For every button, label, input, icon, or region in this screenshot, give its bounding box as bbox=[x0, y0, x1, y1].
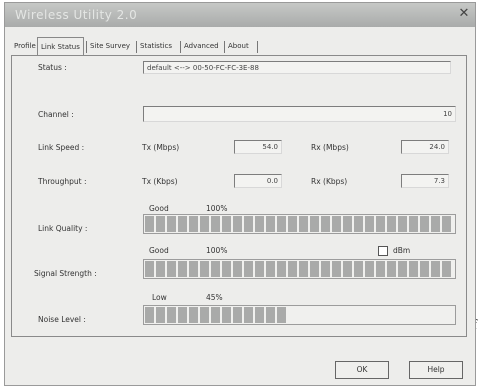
throughput-label: Throughput : bbox=[38, 177, 87, 186]
status-field: default <--> 00-50-FC-FC-3E-88 bbox=[143, 61, 451, 74]
link-quality-meter bbox=[143, 214, 456, 234]
tab-site-survey[interactable]: Site Survey bbox=[87, 39, 133, 54]
title-bar[interactable]: Wireless Utility 2.0 ✕ bbox=[5, 3, 475, 27]
rx-kbps-label: Rx (Kbps) bbox=[311, 177, 348, 186]
close-icon[interactable]: ✕ bbox=[457, 6, 471, 22]
noise-level-percent: 45% bbox=[206, 293, 223, 302]
signal-strength-word: Good bbox=[149, 246, 169, 255]
tab-separator bbox=[257, 41, 258, 53]
tab-statistics[interactable]: Statistics bbox=[137, 39, 175, 54]
tx-kbps-field: 0.0 bbox=[234, 174, 282, 188]
signal-strength-meter bbox=[143, 259, 456, 279]
ok-button[interactable]: OK bbox=[335, 361, 389, 379]
noise-level-meter bbox=[143, 305, 456, 325]
channel-label: Channel : bbox=[38, 110, 74, 119]
tx-kbps-label: Tx (Kbps) bbox=[142, 177, 178, 186]
window-title: Wireless Utility 2.0 bbox=[15, 8, 138, 22]
tab-profile[interactable]: Profile bbox=[11, 39, 39, 54]
rx-mbps-field: 24.0 bbox=[401, 140, 449, 154]
channel-field: 10 bbox=[143, 106, 456, 122]
tx-mbps-field: 54.0 bbox=[234, 140, 282, 154]
link-status-panel: Status : default <--> 00-50-FC-FC-3E-88 … bbox=[11, 55, 467, 337]
status-label: Status : bbox=[38, 63, 67, 72]
dbm-label: dBm bbox=[393, 246, 411, 255]
signal-strength-percent: 100% bbox=[206, 246, 228, 255]
noise-level-word: Low bbox=[152, 293, 167, 302]
tx-mbps-label: Tx (Mbps) bbox=[142, 143, 180, 152]
signal-strength-label: Signal Strength : bbox=[34, 269, 97, 278]
rx-kbps-field: 7.3 bbox=[401, 174, 449, 188]
tab-link-status[interactable]: Link Status bbox=[37, 37, 84, 55]
link-quality-label: Link Quality : bbox=[38, 224, 88, 233]
link-speed-label: Link Speed : bbox=[38, 143, 85, 152]
tab-advanced[interactable]: Advanced bbox=[181, 39, 222, 54]
noise-level-label: Noise Level : bbox=[38, 315, 86, 324]
link-quality-percent: 100% bbox=[206, 204, 228, 213]
wireless-utility-window: Wireless Utility 2.0 ✕ Profile Link Stat… bbox=[4, 2, 476, 386]
rx-mbps-label: Rx (Mbps) bbox=[311, 143, 349, 152]
tab-about[interactable]: About bbox=[225, 39, 252, 54]
dbm-checkbox[interactable] bbox=[378, 246, 388, 256]
link-quality-word: Good bbox=[149, 204, 169, 213]
help-button[interactable]: Help bbox=[409, 361, 463, 379]
